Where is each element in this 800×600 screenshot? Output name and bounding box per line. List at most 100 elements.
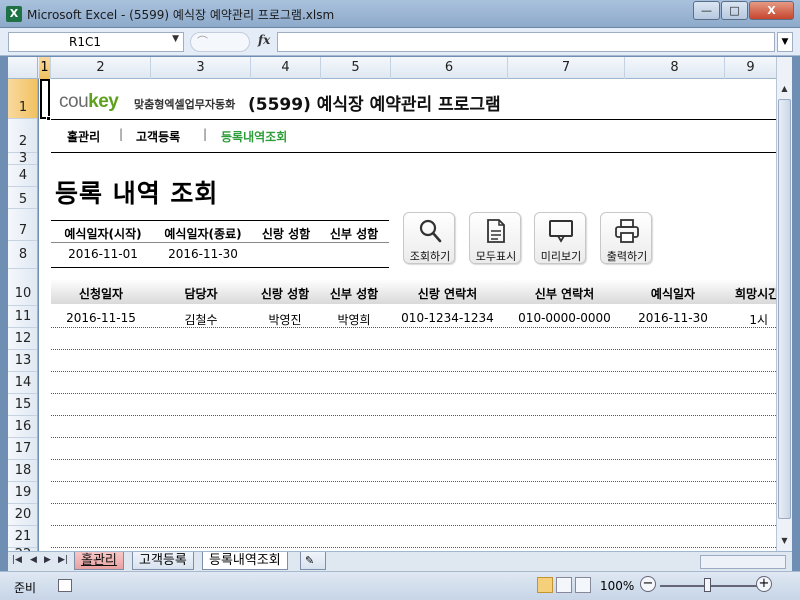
row-separator xyxy=(51,481,776,482)
column-header[interactable]: 6 xyxy=(391,57,508,79)
insert-sheet-icon[interactable]: ✎ xyxy=(300,552,326,570)
name-box[interactable]: R1C1 ▼ xyxy=(8,32,184,52)
filter-mid-border xyxy=(51,242,389,243)
row-separator xyxy=(51,503,776,504)
filter-bride-name[interactable] xyxy=(319,247,389,263)
print-button[interactable]: 출력하기 xyxy=(600,212,652,264)
page-title: 등록 내역 조회 xyxy=(55,179,219,208)
zoom-in-icon[interactable]: + xyxy=(756,576,772,592)
nav-link-customer[interactable]: 고객등록 xyxy=(136,128,180,145)
preview-button-label: 미리보기 xyxy=(540,250,582,263)
macro-record-icon[interactable] xyxy=(58,579,72,592)
insert-function-icon[interactable]: fx xyxy=(258,33,270,47)
search-button[interactable]: 조회하기 xyxy=(403,212,455,264)
tab-hall[interactable]: 홀관리 xyxy=(74,552,124,570)
row-header[interactable]: 2 xyxy=(8,119,37,153)
nav-link-history[interactable]: 등록내역조회 xyxy=(221,128,287,145)
row-header[interactable]: 1 xyxy=(8,79,37,119)
tab-history[interactable]: 등록내역조회 xyxy=(202,552,288,570)
scroll-down-icon[interactable]: ▼ xyxy=(777,533,792,549)
table-cell-bride-phone[interactable]: 010-0000-0000 xyxy=(506,311,623,325)
row-header[interactable]: 16 xyxy=(8,416,37,438)
close-button[interactable]: X xyxy=(749,1,794,20)
show-all-button[interactable]: 모두표시 xyxy=(469,212,521,264)
row-header[interactable]: 17 xyxy=(8,438,37,460)
formula-cancel-enter: ⌒ xyxy=(190,32,250,52)
chevron-down-icon[interactable]: ▼ xyxy=(172,34,179,44)
search-button-label: 조회하기 xyxy=(409,250,451,263)
program-title: (5599) 예식장 예약관리 프로그램 xyxy=(248,95,501,115)
table-cell-groom[interactable]: 박영진 xyxy=(251,311,319,328)
table-cell-manager[interactable]: 김철수 xyxy=(151,311,251,328)
window-controls: — □ X xyxy=(692,1,794,20)
row-headers: 1 2 3 4 5 7 8 10 11 12 13 14 15 16 17 18… xyxy=(8,79,38,551)
nav-link-hall[interactable]: 홀관리 xyxy=(67,128,100,145)
row-header[interactable]: 7 xyxy=(8,209,37,241)
column-header[interactable]: 3 xyxy=(151,57,251,79)
formula-input[interactable] xyxy=(277,32,775,52)
row-header[interactable]: 18 xyxy=(8,460,37,482)
column-header[interactable]: 1 xyxy=(39,57,51,79)
row-header[interactable]: 4 xyxy=(8,165,37,187)
row-header[interactable]: 20 xyxy=(8,504,37,526)
prev-sheet-icon[interactable]: ◀ xyxy=(30,555,37,565)
column-header[interactable]: 9 xyxy=(725,57,776,79)
select-all-corner[interactable] xyxy=(8,57,38,79)
table-cell-groom-phone[interactable]: 010-1234-1234 xyxy=(389,311,506,325)
filter-groom-name[interactable] xyxy=(253,247,319,263)
filter-label-start-date: 예식일자(시작) xyxy=(64,227,142,241)
preview-button[interactable]: 미리보기 xyxy=(534,212,586,264)
horizontal-scrollbar[interactable] xyxy=(700,555,786,569)
next-sheet-icon[interactable]: ▶ xyxy=(44,555,51,565)
filter-label-groom: 신랑 성함 xyxy=(261,227,311,241)
table-cell-bride[interactable]: 박영희 xyxy=(319,311,389,328)
row-header[interactable]: 5 xyxy=(8,187,37,209)
scroll-thumb[interactable] xyxy=(778,99,791,519)
table-header-groom-phone: 신랑 연락처 xyxy=(417,287,478,301)
scroll-up-icon[interactable]: ▲ xyxy=(777,81,792,97)
column-header[interactable]: 7 xyxy=(508,57,625,79)
zoom-out-icon[interactable]: − xyxy=(640,576,656,592)
minimize-button[interactable]: — xyxy=(693,1,720,20)
name-box-value: R1C1 xyxy=(69,35,101,49)
row-header[interactable]: 14 xyxy=(8,372,37,394)
row-header[interactable]: 12 xyxy=(8,328,37,350)
column-header[interactable]: 4 xyxy=(251,57,321,79)
page-break-view-icon[interactable] xyxy=(575,577,591,593)
worksheet[interactable]: coukey 맞춤형엑셀업무자동화 (5599) 예식장 예약관리 프로그램 홀… xyxy=(39,79,776,551)
active-cell-cursor xyxy=(40,79,50,119)
row-header[interactable]: 3 xyxy=(8,152,37,165)
expand-formula-icon[interactable]: ▼ xyxy=(777,32,793,52)
page-layout-view-icon[interactable] xyxy=(556,577,572,593)
table-cell-apply-date[interactable]: 2016-11-15 xyxy=(51,311,151,325)
row-separator xyxy=(51,547,776,548)
filter-start-date[interactable]: 2016-11-01 xyxy=(53,247,153,261)
row-separator xyxy=(51,415,776,416)
row-header[interactable]: 8 xyxy=(8,241,37,269)
vertical-scrollbar[interactable]: ▲ ▼ xyxy=(776,57,792,551)
last-sheet-icon[interactable]: ▶| xyxy=(58,555,68,565)
tab-customer[interactable]: 고객등록 xyxy=(132,552,194,570)
first-sheet-icon[interactable]: |◀ xyxy=(12,555,22,565)
zoom-slider-handle[interactable] xyxy=(704,578,711,592)
row-header[interactable]: 21 xyxy=(8,526,37,548)
column-header[interactable]: 5 xyxy=(321,57,391,79)
row-header[interactable]: 15 xyxy=(8,394,37,416)
row-header[interactable]: 13 xyxy=(8,350,37,372)
row-header[interactable]: 11 xyxy=(8,306,37,328)
table-header-preferred-time: 희망시간 xyxy=(735,287,776,301)
row-separator xyxy=(51,349,776,350)
column-header[interactable]: 8 xyxy=(625,57,725,79)
column-header[interactable]: 2 xyxy=(51,57,151,79)
row-header[interactable]: 19 xyxy=(8,482,37,504)
normal-view-icon[interactable] xyxy=(537,577,553,593)
show-all-button-label: 모두표시 xyxy=(475,250,517,263)
zoom-level[interactable]: 100% xyxy=(600,579,634,593)
search-icon xyxy=(419,219,442,243)
table-cell-preferred-time[interactable]: 1시 xyxy=(723,311,776,328)
nav-separator: | xyxy=(203,127,208,141)
maximize-button[interactable]: □ xyxy=(721,1,748,20)
table-cell-wedding-date[interactable]: 2016-11-30 xyxy=(623,311,723,325)
row-header[interactable]: 10 xyxy=(8,269,37,306)
filter-end-date[interactable]: 2016-11-30 xyxy=(153,247,253,261)
